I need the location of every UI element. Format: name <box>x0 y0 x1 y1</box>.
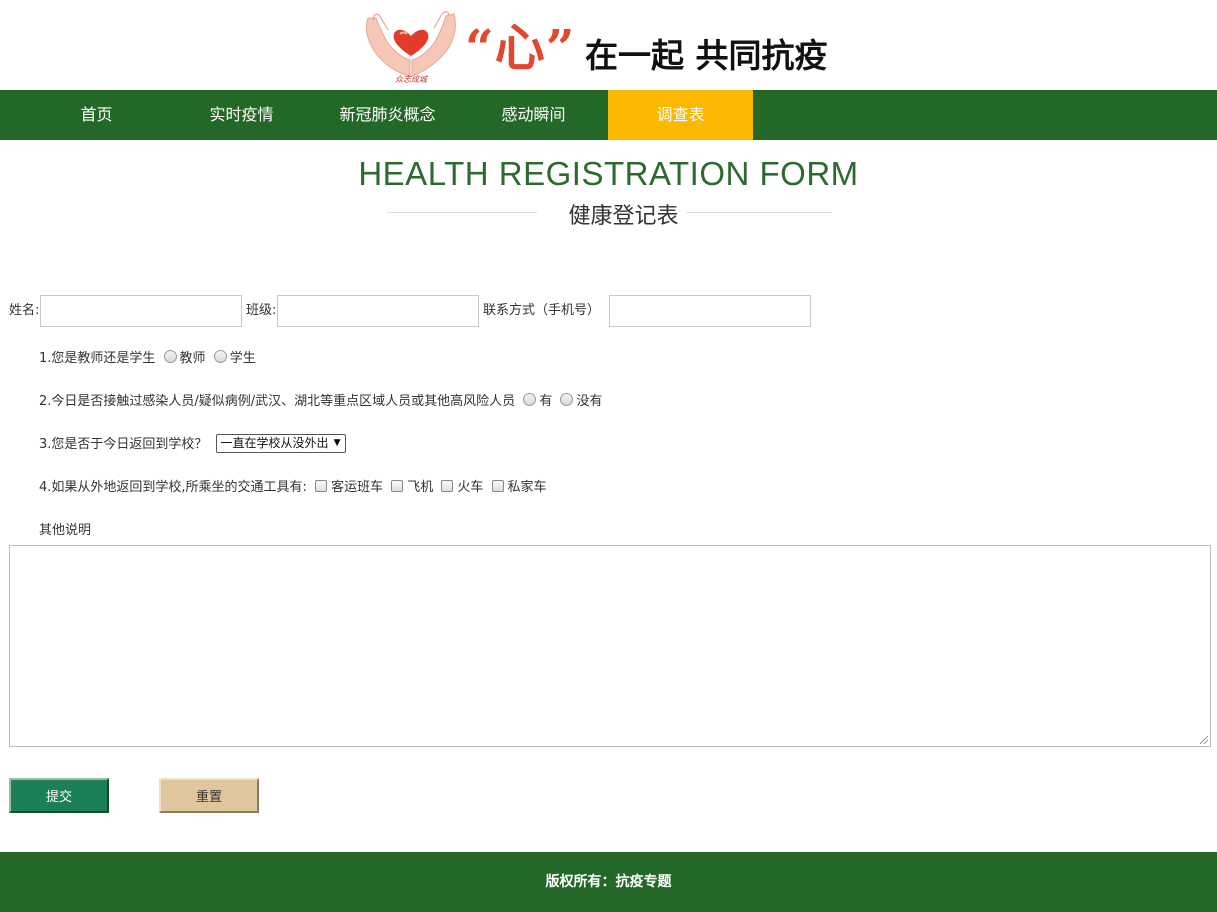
question-3: 3.您是否于今日返回到学校？ 一直在学校从没外出 ▼ <box>39 434 346 455</box>
checkbox-private-car-label: 私家车 <box>507 480 547 495</box>
radio-teacher-label: 教师 <box>179 351 206 366</box>
question-2: 2.今日是否接触过感染人员/疑似病例/武汉、湖北等重点区域人员或其他高风险人员 … <box>39 392 602 412</box>
class-label: 班级: <box>246 303 277 318</box>
page: 众志成城 “心” 在一起 共同抗疫 首页 实时疫情 新冠肺炎概念 感动瞬间 调查… <box>0 0 1217 912</box>
checkbox-train[interactable] <box>441 480 454 492</box>
radio-student-label: 学生 <box>229 351 256 366</box>
radio-contact-no-label: 没有 <box>576 394 603 409</box>
resize-grip-icon[interactable] <box>1200 736 1208 744</box>
logo-small-text: 众志成城 <box>395 75 428 84</box>
return-school-select[interactable]: 一直在学校从没外出 ▼ <box>215 434 346 453</box>
phone-input[interactable] <box>609 295 811 327</box>
select-arrow-icon: ▼ <box>333 438 341 448</box>
question-1-text: 1.您是教师还是学生 <box>39 351 156 366</box>
checkbox-train-label: 火车 <box>457 480 484 495</box>
radio-contact-yes[interactable] <box>523 393 537 406</box>
radio-contact-yes-label: 有 <box>539 394 553 409</box>
checkbox-bus-label: 客运班车 <box>331 480 384 495</box>
question-2-text: 2.今日是否接触过感染人员/疑似病例/武汉、湖北等重点区域人员或其他高风险人员 <box>39 394 516 409</box>
question-1: 1.您是教师还是学生 教师 学生 <box>39 349 256 369</box>
form-title-chinese: 健康登记表 <box>568 204 679 229</box>
phone-label: 联系方式（手机号） <box>483 303 601 318</box>
nav-item-covid-concept[interactable]: 新冠肺炎概念 <box>315 90 460 140</box>
reset-button[interactable]: 重置 <box>159 778 259 813</box>
class-input[interactable] <box>277 295 479 327</box>
question-3-text: 3.您是否于今日返回到学校？ <box>39 437 208 452</box>
radio-student[interactable] <box>213 350 227 363</box>
checkbox-bus[interactable] <box>315 480 328 492</box>
form-title-english: HEALTH REGISTRATION FORM <box>358 155 859 192</box>
logo-heart-character: “心” <box>465 18 576 77</box>
checkbox-plane-label: 飞机 <box>407 480 434 495</box>
radio-teacher[interactable] <box>163 350 177 363</box>
nav-item-realtime-epidemic[interactable]: 实时疫情 <box>169 90 314 140</box>
question-4: 4.如果从外地返回到学校,所乘坐的交通工具有: 客运班车 飞机 火车 私家车 <box>39 478 547 498</box>
main-nav: 首页 实时疫情 新冠肺炎概念 感动瞬间 调查表 <box>0 90 1217 140</box>
nav-item-moving-moments[interactable]: 感动瞬间 <box>461 90 606 140</box>
copyright-text: 版权所有：抗疫专题 <box>545 874 672 890</box>
heart-hands-logo-icon: 众志成城 <box>362 8 460 86</box>
other-notes-textarea[interactable] <box>9 545 1211 747</box>
other-notes-label: 其他说明 <box>39 523 92 538</box>
site-header: 众志成城 “心” 在一起 共同抗疫 <box>0 0 1217 90</box>
return-school-select-value: 一直在学校从没外出 <box>220 436 329 450</box>
name-input[interactable] <box>40 295 242 327</box>
name-label: 姓名: <box>9 303 40 318</box>
checkbox-private-car[interactable] <box>491 480 504 492</box>
header-slogan: 在一起 共同抗疫 <box>585 36 828 75</box>
radio-contact-no[interactable] <box>560 393 574 406</box>
checkbox-plane[interactable] <box>391 480 404 492</box>
nav-item-home[interactable]: 首页 <box>24 90 169 140</box>
submit-button[interactable]: 提交 <box>9 778 109 813</box>
nav-item-survey[interactable]: 调查表 <box>608 90 753 140</box>
question-4-text: 4.如果从外地返回到学校,所乘坐的交通工具有: <box>39 480 307 495</box>
site-footer: 版权所有：抗疫专题 <box>0 852 1217 912</box>
